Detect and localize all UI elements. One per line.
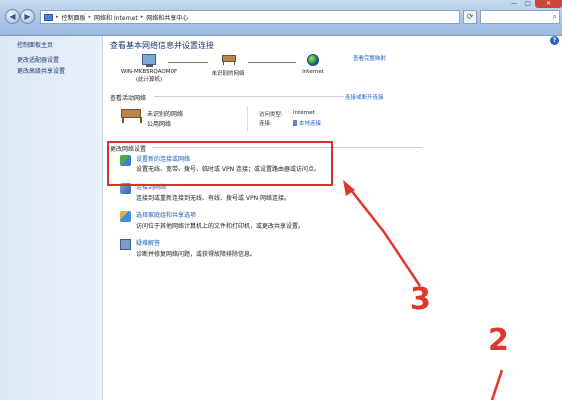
- annotation-number-3: 3: [410, 282, 431, 317]
- annotation-arrow-3: [346, 184, 422, 287]
- annotation-number-2: 2: [488, 323, 509, 358]
- annotation-arrows: [343, 180, 504, 400]
- annotation-arrow-2: [490, 369, 504, 400]
